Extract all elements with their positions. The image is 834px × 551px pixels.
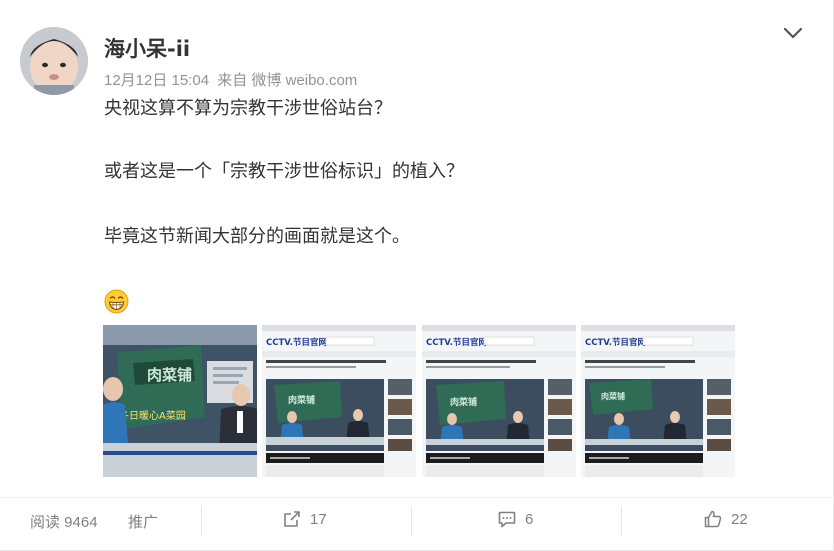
post-date[interactable]: 12月12日 15:04 <box>104 72 209 89</box>
post-paragraph: 或者这是一个「宗教干涉世俗标识」的植入？ <box>104 161 464 182</box>
post-source: 来自 微博 weibo.com <box>217 72 358 89</box>
comment-button[interactable]: 6 <box>497 509 533 529</box>
news-image-2[interactable]: CCTV.节目官网 肉菜铺 <box>262 325 416 477</box>
news-image-1[interactable]: 肉菜铺 冬日暖心A菜园 <box>103 325 257 477</box>
promote-button[interactable]: 推广 <box>128 511 158 532</box>
chevron-down-icon[interactable] <box>782 24 804 42</box>
share-count: 17 <box>310 510 327 528</box>
share-button[interactable]: 17 <box>282 509 327 529</box>
read-count: 阅读 9464 <box>30 514 98 531</box>
svg-text:CCTV.节目官网: CCTV.节目官网 <box>426 337 487 348</box>
share-icon <box>282 509 302 529</box>
comment-count: 6 <box>525 510 534 528</box>
weibo-post-card: 海小呆-ii 12月12日 15:04 来自 微博 weibo.com 央视这算… <box>0 0 834 551</box>
divider <box>621 506 622 536</box>
svg-text:冬日暖心A菜园: 冬日暖心A菜园 <box>119 409 186 422</box>
svg-text:肉菜铺: 肉菜铺 <box>450 396 477 408</box>
avatar[interactable] <box>20 27 88 95</box>
comment-icon <box>497 509 517 529</box>
news-image-4[interactable]: CCTV.节目官网 肉菜铺 <box>581 325 735 477</box>
like-button[interactable]: 22 <box>703 509 748 529</box>
post-paragraph: 毕竟这节新闻大部分的画面就是这个。 <box>104 226 410 247</box>
svg-text:CCTV.节目官网: CCTV.节目官网 <box>585 337 646 348</box>
news-image-3[interactable]: CCTV.节目官网 肉菜铺 <box>422 325 576 477</box>
divider <box>201 506 202 536</box>
svg-text:CCTV.节目官网: CCTV.节目官网 <box>266 337 327 348</box>
image-gallery: 肉菜铺 冬日暖心A菜园 CCTV.节目官网 肉菜铺 CCTV.节目官网 肉菜铺 … <box>103 325 735 477</box>
username[interactable]: 海小呆-ii <box>104 33 190 63</box>
post-action-bar: 阅读 9464 推广 17 6 22 <box>0 497 834 541</box>
svg-text:肉菜铺: 肉菜铺 <box>288 394 315 406</box>
svg-text:肉菜铺: 肉菜铺 <box>147 366 192 384</box>
divider <box>411 506 412 536</box>
svg-text:肉菜铺: 肉菜铺 <box>601 391 625 401</box>
like-count: 22 <box>731 510 748 528</box>
post-paragraph: 央视这算不算为宗教干涉世俗站台？ <box>104 98 392 119</box>
grinning-face-emoji <box>104 289 129 314</box>
post-meta: 12月12日 15:04 来自 微博 weibo.com <box>104 69 361 90</box>
thumbs-up-icon <box>703 509 723 529</box>
